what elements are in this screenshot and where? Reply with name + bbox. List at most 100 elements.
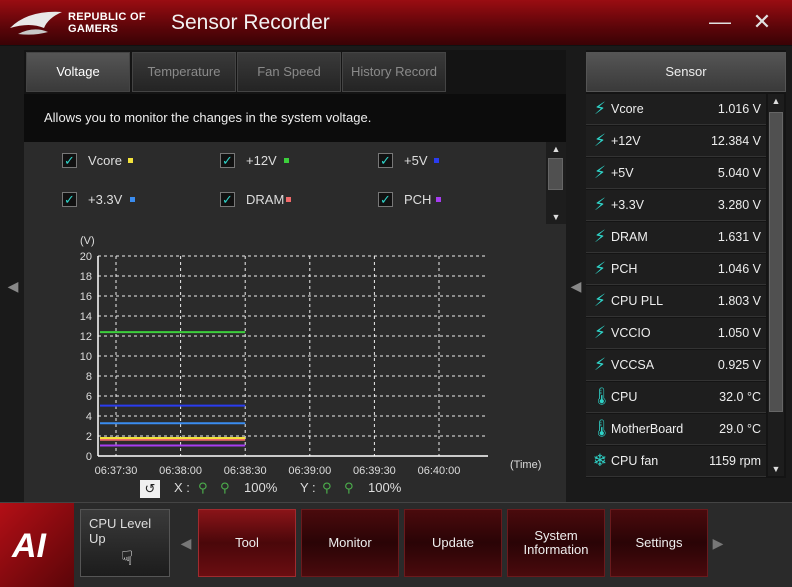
sensor-value: 1159 rpm bbox=[709, 454, 761, 468]
y-tick-label: 6 bbox=[86, 391, 92, 403]
x-zoom-value: 100% bbox=[244, 480, 278, 495]
sensor-row: ❄ CPU fan 1159 rpm bbox=[586, 446, 766, 477]
ai-logo-text: AI bbox=[12, 527, 46, 565]
scroll-thumb[interactable] bbox=[769, 112, 783, 412]
sensor-name: CPU PLL bbox=[611, 294, 664, 308]
bolt-icon: ⚡ bbox=[594, 259, 606, 278]
bolt-icon: ⚡ bbox=[594, 291, 606, 310]
checkbox-scrollbar[interactable]: ▲ ▼ bbox=[546, 142, 566, 224]
bolt-icon: ⚡ bbox=[594, 355, 606, 374]
y-tick-label: 8 bbox=[86, 371, 92, 383]
voltage-chart-area: (V) (Time) 0 2 4 6 8 10 12 14 16 18 20 06:37:30 06:38:… bbox=[24, 224, 566, 502]
bolt-icon: ⚡ bbox=[594, 195, 606, 214]
reset-zoom-button[interactable]: ↺ bbox=[140, 480, 160, 498]
y-zoom-label: Y : bbox=[300, 480, 316, 495]
check-icon[interactable]: ✓ bbox=[62, 153, 77, 168]
monitor-button[interactable]: Monitor bbox=[301, 509, 399, 577]
scroll-up-icon[interactable]: ▲ bbox=[768, 94, 784, 108]
sensor-value: 1.631 V bbox=[717, 230, 761, 244]
x-tick-label: 06:40:00 bbox=[418, 465, 461, 477]
y-zoom-in-icon[interactable]: ⚲ bbox=[322, 480, 338, 496]
settings-button[interactable]: Settings bbox=[610, 509, 708, 577]
scroll-thumb[interactable] bbox=[548, 158, 563, 190]
sensor-name: MotherBoard bbox=[611, 422, 684, 436]
bolt-icon: ⚡ bbox=[594, 99, 606, 118]
y-tick-label: 0 bbox=[86, 451, 92, 463]
brand-line-1: REPUBLIC OF bbox=[68, 11, 146, 23]
sensor-row: 🌡 CPU 32.0 °C bbox=[586, 382, 766, 413]
y-zoom-out-icon[interactable]: ⚲ bbox=[344, 480, 360, 496]
sensor-name: CPU bbox=[611, 390, 638, 404]
bolt-icon: ⚡ bbox=[594, 227, 606, 246]
sensor-row: ⚡ VCCIO 1.050 V bbox=[586, 318, 766, 349]
pointing-hand-icon: ☟ bbox=[121, 548, 134, 570]
scroll-down-icon[interactable]: ▼ bbox=[546, 210, 566, 224]
bottom-toolbar: AI CPU Level Up ☟ ◀ Tool Monitor Update … bbox=[0, 502, 792, 587]
x-zoom-in-icon[interactable]: ⚲ bbox=[198, 480, 214, 496]
legend-swatch bbox=[128, 158, 133, 163]
y-axis-label: (V) bbox=[80, 235, 95, 247]
voltage-panel: Voltage Temperature Fan Speed History Re… bbox=[24, 50, 566, 502]
sensor-row: ⚡ PCH 1.046 V bbox=[586, 254, 766, 285]
sensor-row: ⚡ CPU PLL 1.803 V bbox=[586, 286, 766, 317]
check-icon[interactable]: ✓ bbox=[378, 192, 393, 207]
y-tick-label: 14 bbox=[80, 311, 92, 323]
y-tick-label: 4 bbox=[86, 411, 92, 423]
nav-left-arrow-icon[interactable]: ◀ bbox=[180, 531, 192, 555]
cpu-level-up-button[interactable]: CPU Level Up ☟ bbox=[80, 509, 170, 577]
sensor-row: ⚡ +5V 5.040 V bbox=[586, 158, 766, 189]
sensor-name: +12V bbox=[611, 134, 641, 148]
check-icon[interactable]: ✓ bbox=[378, 153, 393, 168]
check-icon[interactable]: ✓ bbox=[220, 153, 235, 168]
sensor-name: VCCSA bbox=[611, 358, 655, 372]
scroll-up-icon[interactable]: ▲ bbox=[546, 142, 566, 156]
sensor-row: 🌡 MotherBoard 29.0 °C bbox=[586, 414, 766, 445]
sensor-value: 5.040 V bbox=[717, 166, 761, 180]
thermometer-icon: 🌡 bbox=[591, 387, 613, 406]
sensor-name: PCH bbox=[611, 262, 638, 276]
sensor-scrollbar[interactable]: ▲ ▼ bbox=[768, 94, 784, 476]
description-box: Allows you to monitor the changes in the… bbox=[24, 94, 566, 142]
system-information-button[interactable]: System Information bbox=[507, 509, 605, 577]
y-zoom-value: 100% bbox=[368, 480, 402, 495]
left-collapse-arrow-icon[interactable]: ◀ bbox=[6, 266, 20, 306]
sensor-name: +5V bbox=[611, 166, 634, 180]
sensor-value: 29.0 °C bbox=[719, 422, 761, 436]
tab-fan-speed[interactable]: Fan Speed bbox=[237, 52, 341, 92]
y-tick-label: 20 bbox=[80, 251, 92, 263]
x-tick-label: 06:39:30 bbox=[353, 465, 396, 477]
update-button[interactable]: Update bbox=[404, 509, 502, 577]
x-tick-label: 06:38:00 bbox=[159, 465, 202, 477]
nav-right-arrow-icon[interactable]: ▶ bbox=[712, 531, 724, 555]
sensor-value: 1.803 V bbox=[717, 294, 761, 308]
tool-button[interactable]: Tool bbox=[198, 509, 296, 577]
close-button[interactable]: ✕ bbox=[748, 8, 776, 36]
tab-temperature[interactable]: Temperature bbox=[132, 52, 236, 92]
y-tick-label: 16 bbox=[80, 291, 92, 303]
bolt-icon: ⚡ bbox=[594, 163, 606, 182]
checkbox-label: DRAM bbox=[246, 192, 285, 207]
tab-history-record[interactable]: History Record bbox=[342, 52, 446, 92]
x-axis-label: (Time) bbox=[510, 459, 541, 471]
legend-swatch bbox=[436, 197, 441, 202]
check-icon[interactable]: ✓ bbox=[62, 192, 77, 207]
sensor-row: ⚡ +12V 12.384 V bbox=[586, 126, 766, 157]
check-icon[interactable]: ✓ bbox=[220, 192, 235, 207]
tab-voltage[interactable]: Voltage bbox=[26, 52, 130, 92]
ai-suite-logo[interactable]: AI bbox=[0, 503, 74, 587]
sensor-name: +3.3V bbox=[611, 198, 645, 212]
x-zoom-out-icon[interactable]: ⚲ bbox=[220, 480, 236, 496]
checkbox-label: +3.3V bbox=[88, 192, 123, 207]
sensor-header: Sensor bbox=[586, 52, 786, 92]
checkbox-label: +5V bbox=[404, 153, 428, 168]
sensor-row: ⚡ VCCSA 0.925 V bbox=[586, 350, 766, 381]
cpu-level-up-label: CPU Level Up bbox=[89, 516, 152, 546]
sensor-panel: Sensor ⚡ Vcore 1.016 V ⚡ +12V 12.384 V ⚡ +5V 5.0… bbox=[586, 50, 786, 478]
scroll-down-icon[interactable]: ▼ bbox=[768, 462, 784, 476]
minimize-button[interactable]: — bbox=[706, 8, 734, 36]
sensor-value: 1.050 V bbox=[717, 326, 761, 340]
panel-collapse-arrow-icon[interactable]: ◀ bbox=[569, 266, 583, 306]
y-tick-label: 12 bbox=[80, 331, 92, 343]
sensor-name: VCCIO bbox=[611, 326, 651, 340]
y-tick-label: 2 bbox=[86, 431, 92, 443]
